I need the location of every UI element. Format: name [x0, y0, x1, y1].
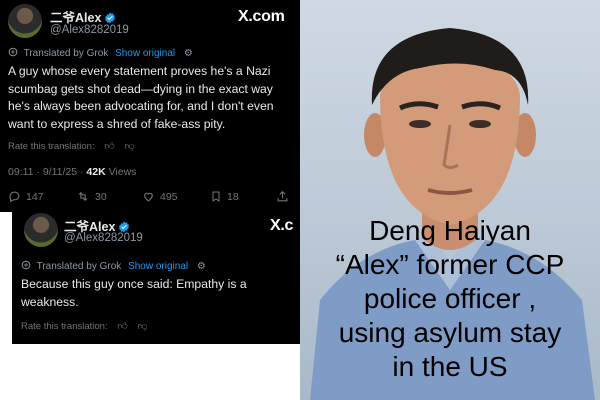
- portrait-photo: Deng Haiyan “Alex” former CCP police off…: [300, 0, 600, 400]
- thumbs-up-icon[interactable]: 👍︎: [104, 140, 114, 152]
- tweet-body-line: weakness.: [21, 294, 79, 309]
- x-logo: X.com: [238, 8, 285, 25]
- caption-line: in the US: [392, 351, 508, 382]
- translated-by-label: Translated by Grok: [23, 48, 109, 59]
- reply-icon: [9, 191, 20, 203]
- repost-button[interactable]: 30: [76, 190, 107, 203]
- tweet-card-secondary: 二爷Alex @Alex8282019 X.c Translated by Gr…: [12, 208, 312, 344]
- gear-icon[interactable]: ⚙: [197, 261, 206, 272]
- share-button[interactable]: [276, 190, 294, 203]
- rate-translation-label: Rate this translation:: [8, 141, 95, 152]
- show-original-link[interactable]: Show original: [115, 48, 175, 59]
- like-button[interactable]: 495: [142, 190, 178, 203]
- translated-notice: Translated by Grok Show original ⚙: [21, 260, 206, 272]
- timestamp[interactable]: 09:11 · 9/11/25 ·: [8, 166, 84, 178]
- caption-line: “Alex” former CCP: [335, 249, 565, 280]
- views-count: 42K: [86, 166, 106, 178]
- tweet-body-line: want to express a shred of fake-ass pity…: [8, 116, 226, 131]
- views-label: Views: [108, 166, 137, 178]
- thumbs-down-icon[interactable]: 👎︎: [124, 140, 134, 152]
- tweet-body-line: he's always been advocating for, and I d…: [8, 99, 274, 114]
- translate-icon: [8, 47, 18, 57]
- translate-icon: [21, 260, 31, 270]
- translated-notice: Translated by Grok Show original ⚙: [8, 47, 193, 59]
- bookmark-count: 18: [227, 191, 239, 203]
- verified-badge-icon: [105, 12, 116, 24]
- bookmark-icon: [212, 191, 220, 202]
- gear-icon[interactable]: ⚙: [184, 48, 193, 59]
- handle[interactable]: @Alex8282019: [50, 24, 129, 36]
- thumbs-down-icon[interactable]: 👎︎: [137, 320, 147, 332]
- avatar[interactable]: [8, 4, 42, 38]
- bookmark-button[interactable]: 18: [210, 190, 239, 203]
- display-name-text[interactable]: 二爷Alex: [50, 11, 101, 25]
- caption-line: police officer ,: [363, 283, 537, 314]
- rate-translation: Rate this translation: 👍︎ 👎︎: [21, 320, 148, 332]
- photo-caption: Deng Haiyan “Alex” former CCP police off…: [300, 214, 600, 384]
- thumbs-up-icon[interactable]: 👍︎: [117, 320, 127, 332]
- tweet-body-line: Because this guy once said: Empathy is a: [21, 277, 247, 291]
- show-original-link[interactable]: Show original: [128, 261, 188, 272]
- repost-icon: [78, 191, 88, 202]
- x-logo: X.c: [270, 217, 294, 234]
- avatar[interactable]: [24, 213, 58, 247]
- caption-line: Deng Haiyan: [369, 215, 531, 246]
- tweet-card-primary: 二爷Alex @Alex8282019 X.com Translated by …: [0, 0, 300, 212]
- rate-translation-label: Rate this translation:: [21, 321, 108, 332]
- tweet-body-line: A guy whose every statement proves he's …: [8, 64, 271, 78]
- tweet-body: A guy whose every statement proves he's …: [8, 63, 295, 133]
- tweet-body-line: scumbag gets shot dead—dying in the exac…: [8, 81, 273, 96]
- caption-line: using asylum stay: [338, 317, 562, 348]
- repost-count: 30: [95, 191, 107, 203]
- reply-button[interactable]: 147: [8, 190, 44, 203]
- rate-translation: Rate this translation: 👍︎ 👎︎: [8, 140, 135, 152]
- share-icon: [277, 190, 288, 202]
- like-count: 495: [160, 191, 178, 203]
- translated-by-label: Translated by Grok: [36, 261, 122, 272]
- reply-count: 147: [26, 191, 44, 203]
- handle[interactable]: @Alex8282019: [64, 232, 143, 244]
- tweet-body: Because this guy once said: Empathy is a…: [21, 276, 301, 311]
- tweet-meta: 09:11 · 9/11/25 · 42K Views: [8, 166, 136, 178]
- like-icon: [144, 192, 153, 202]
